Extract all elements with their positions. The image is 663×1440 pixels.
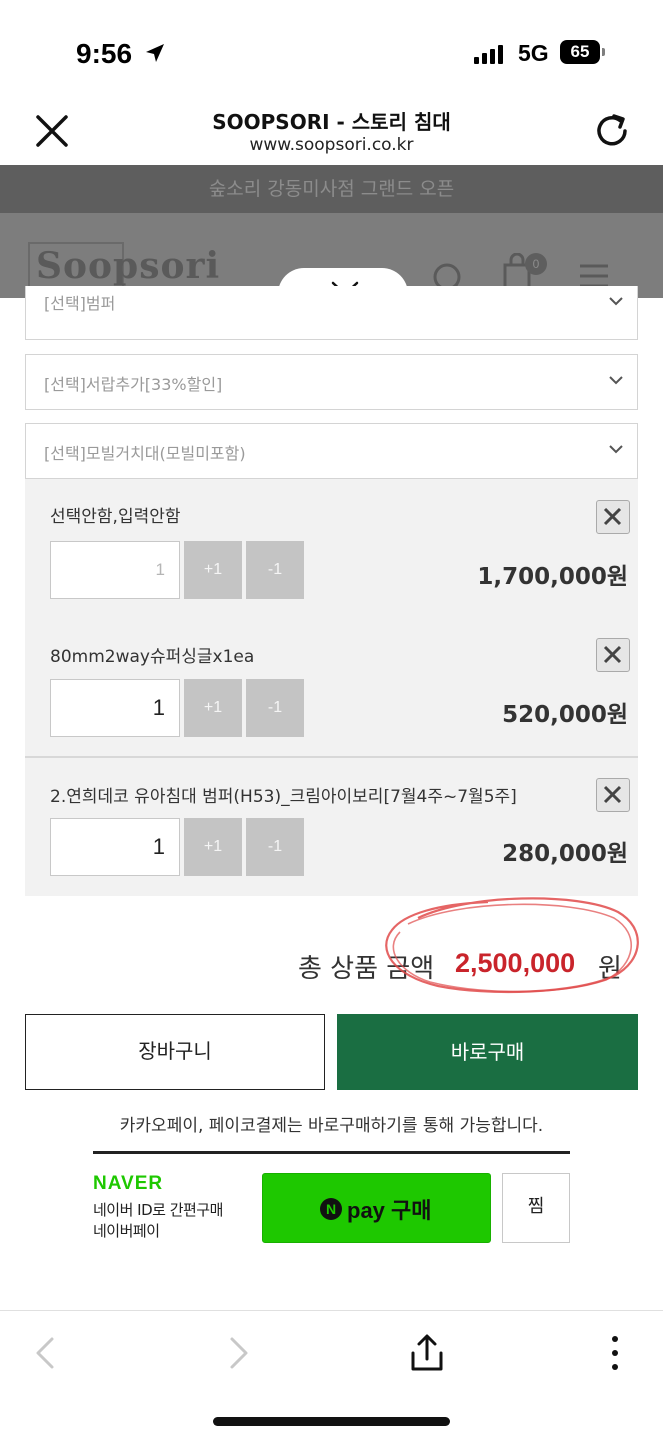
page-url: www.soopsori.co.kr <box>249 135 414 155</box>
item-price: 1,700,000원 <box>477 564 628 590</box>
status-time: 9:56 <box>76 38 133 69</box>
browser-header: SOOPSORI - 스토리 침대 www.soopsori.co.kr <box>0 95 663 165</box>
forward-icon[interactable] <box>224 1333 254 1373</box>
reload-icon[interactable] <box>592 111 632 151</box>
purchase-options-panel: [선택]범퍼 [선택]서랍추가[33%할인] [선택]모빌거치대(모빌미포함) … <box>0 286 663 1313</box>
back-icon[interactable] <box>30 1333 60 1373</box>
network-type: 5G <box>518 40 549 66</box>
naver-pay-divider <box>93 1151 570 1154</box>
naver-description: 네이버페이 <box>93 1222 160 1240</box>
select-bumper[interactable]: [선택]범퍼 <box>25 286 638 340</box>
page-title: SOOPSORI - 스토리 침대 <box>212 110 451 134</box>
naver-description: 네이버 ID로 간편구매 <box>93 1201 223 1219</box>
svg-text:0: 0 <box>533 257 540 271</box>
close-icon <box>603 645 622 664</box>
chevron-down-icon <box>609 376 623 385</box>
item-price: 520,000원 <box>502 702 628 728</box>
increase-qty-button[interactable]: +1 <box>184 541 242 599</box>
naver-pay-button[interactable]: N pay 구매 <box>262 1173 491 1243</box>
more-options-icon[interactable] <box>600 1333 630 1373</box>
select-label: [선택]서랍추가[33%할인] <box>44 375 223 394</box>
selected-item: 2.연희데코 유아침대 범퍼(H53)_크림아이보리[7월4주~7월5주] 1 … <box>25 758 638 896</box>
decrease-qty-button[interactable]: -1 <box>246 818 304 876</box>
select-drawer[interactable]: [선택]서랍추가[33%할인] <box>25 354 638 410</box>
add-to-cart-button[interactable]: 장바구니 <box>25 1014 325 1090</box>
buy-now-button[interactable]: 바로구매 <box>337 1014 638 1090</box>
close-icon <box>603 785 622 804</box>
chevron-down-icon <box>609 297 623 306</box>
quantity-input[interactable]: 1 <box>50 818 180 876</box>
store-banner: 숲소리 강동미사점 그랜드 오픈 <box>0 165 663 213</box>
select-label: [선택]범퍼 <box>44 294 116 313</box>
decrease-qty-button[interactable]: -1 <box>246 541 304 599</box>
naver-logo: NAVER <box>93 1173 164 1194</box>
share-icon[interactable] <box>407 1333 447 1373</box>
location-arrow-icon <box>146 44 164 62</box>
payment-note: 카카오페이, 페이코결제는 바로구매하기를 통해 가능합니다. <box>119 1116 544 1136</box>
wishlist-button[interactable]: 찜 <box>502 1173 570 1243</box>
battery-icon: 65 <box>560 40 600 64</box>
item-name: 80mm2way슈퍼싱글x1ea <box>50 647 255 667</box>
item-name: 선택안함,입력안함 <box>50 507 181 527</box>
battery-tip <box>602 48 605 56</box>
item-price: 280,000원 <box>502 841 628 867</box>
quantity-input[interactable]: 1 <box>50 541 180 599</box>
select-label: [선택]모빌거치대(모빌미포함) <box>44 444 246 463</box>
remove-item-button[interactable] <box>596 500 630 534</box>
selected-items-list: 선택안함,입력안함 1 +1 -1 1,700,000원 80mm2way슈퍼싱… <box>25 479 638 756</box>
item-name: 2.연희데코 유아침대 범퍼(H53)_크림아이보리[7월4주~7월5주] <box>50 787 517 807</box>
decrease-qty-button[interactable]: -1 <box>246 679 304 737</box>
quantity-input[interactable]: 1 <box>50 679 180 737</box>
cellular-signal-icon <box>474 44 503 64</box>
select-mobile-holder[interactable]: [선택]모빌거치대(모빌미포함) <box>25 423 638 479</box>
naver-pay-icon: N <box>320 1198 342 1220</box>
remove-item-button[interactable] <box>596 778 630 812</box>
remove-item-button[interactable] <box>596 638 630 672</box>
site-logo: Soopsori <box>36 245 221 287</box>
increase-qty-button[interactable]: +1 <box>184 818 242 876</box>
home-indicator[interactable] <box>213 1417 450 1426</box>
red-circle-annotation <box>385 897 639 994</box>
naver-pay-label: pay 구매 <box>347 1198 432 1223</box>
status-bar: 9:56 5G 65 <box>0 0 663 95</box>
increase-qty-button[interactable]: +1 <box>184 679 242 737</box>
chevron-down-icon <box>609 445 623 454</box>
close-icon <box>603 507 622 526</box>
